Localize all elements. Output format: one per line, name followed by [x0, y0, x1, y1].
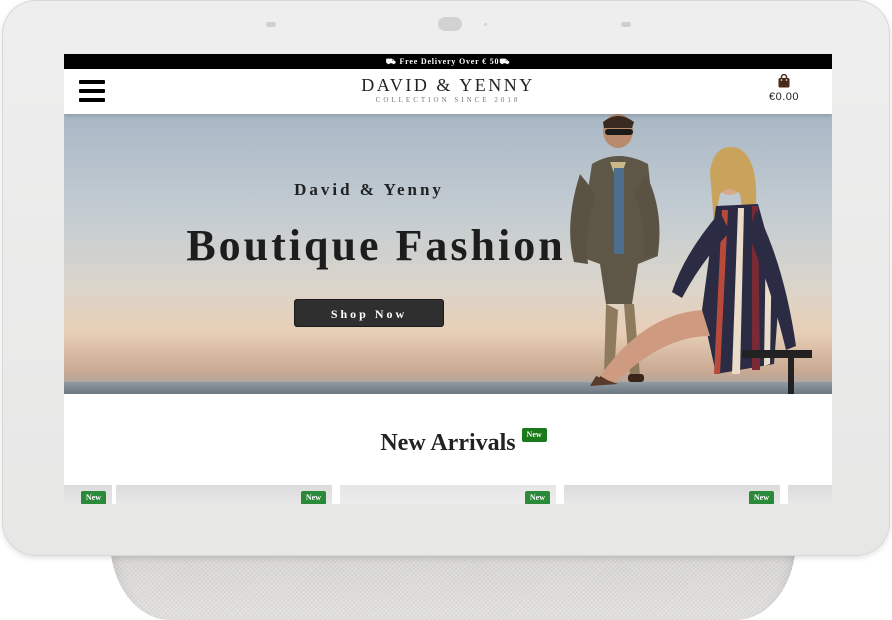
hamburger-icon[interactable] [79, 79, 105, 103]
shop-now-button[interactable]: Shop Now [294, 299, 444, 327]
product-carousel[interactable]: New New New New [64, 485, 832, 504]
light-sensor-left [266, 22, 276, 27]
website-screen: ⛟ Free Delivery Over € 50⛟ DAVID & YENNY… [64, 54, 832, 504]
new-arrivals-section: New Arrivals New [64, 428, 832, 457]
product-card[interactable]: New [564, 485, 780, 504]
promo-bar: ⛟ Free Delivery Over € 50⛟ [64, 54, 832, 69]
smart-display-device: ⛟ Free Delivery Over € 50⛟ DAVID & YENNY… [0, 0, 892, 620]
site-header: DAVID & YENNY COLLECTION SINCE 2018 €0.0… [64, 69, 832, 114]
truck-icon: ⛟ [499, 57, 511, 66]
product-card[interactable]: New [340, 485, 556, 504]
new-badge: New [524, 491, 550, 504]
hero-title: Boutique Fashion [186, 221, 566, 270]
shopping-bag-icon [778, 74, 790, 88]
new-badge: New [80, 491, 106, 504]
light-sensor-right [621, 22, 631, 27]
new-badge: New [748, 491, 774, 504]
brand-logo[interactable]: DAVID & YENNY COLLECTION SINCE 2018 [298, 75, 598, 105]
hero-banner: David & Yenny Boutique Fashion Shop Now [64, 114, 832, 394]
brand-tagline: COLLECTION SINCE 2018 [375, 96, 521, 104]
truck-icon: ⛟ [385, 57, 397, 66]
new-arrivals-title: New Arrivals [380, 430, 516, 456]
promo-text: Free Delivery Over € 50 [399, 57, 500, 66]
brand-name: DAVID & YENNY [361, 75, 535, 95]
cart-button[interactable]: €0.00 [762, 74, 806, 103]
camera-icon [438, 17, 462, 31]
product-card[interactable]: New [64, 485, 112, 504]
product-card[interactable] [788, 485, 832, 504]
cart-total: €0.00 [768, 91, 800, 103]
product-card[interactable]: New [116, 485, 332, 504]
new-badge: New [300, 491, 326, 504]
sensor-dot [484, 23, 487, 26]
new-badge: New [521, 428, 547, 442]
hero-subtitle: David & Yenny [294, 180, 444, 199]
